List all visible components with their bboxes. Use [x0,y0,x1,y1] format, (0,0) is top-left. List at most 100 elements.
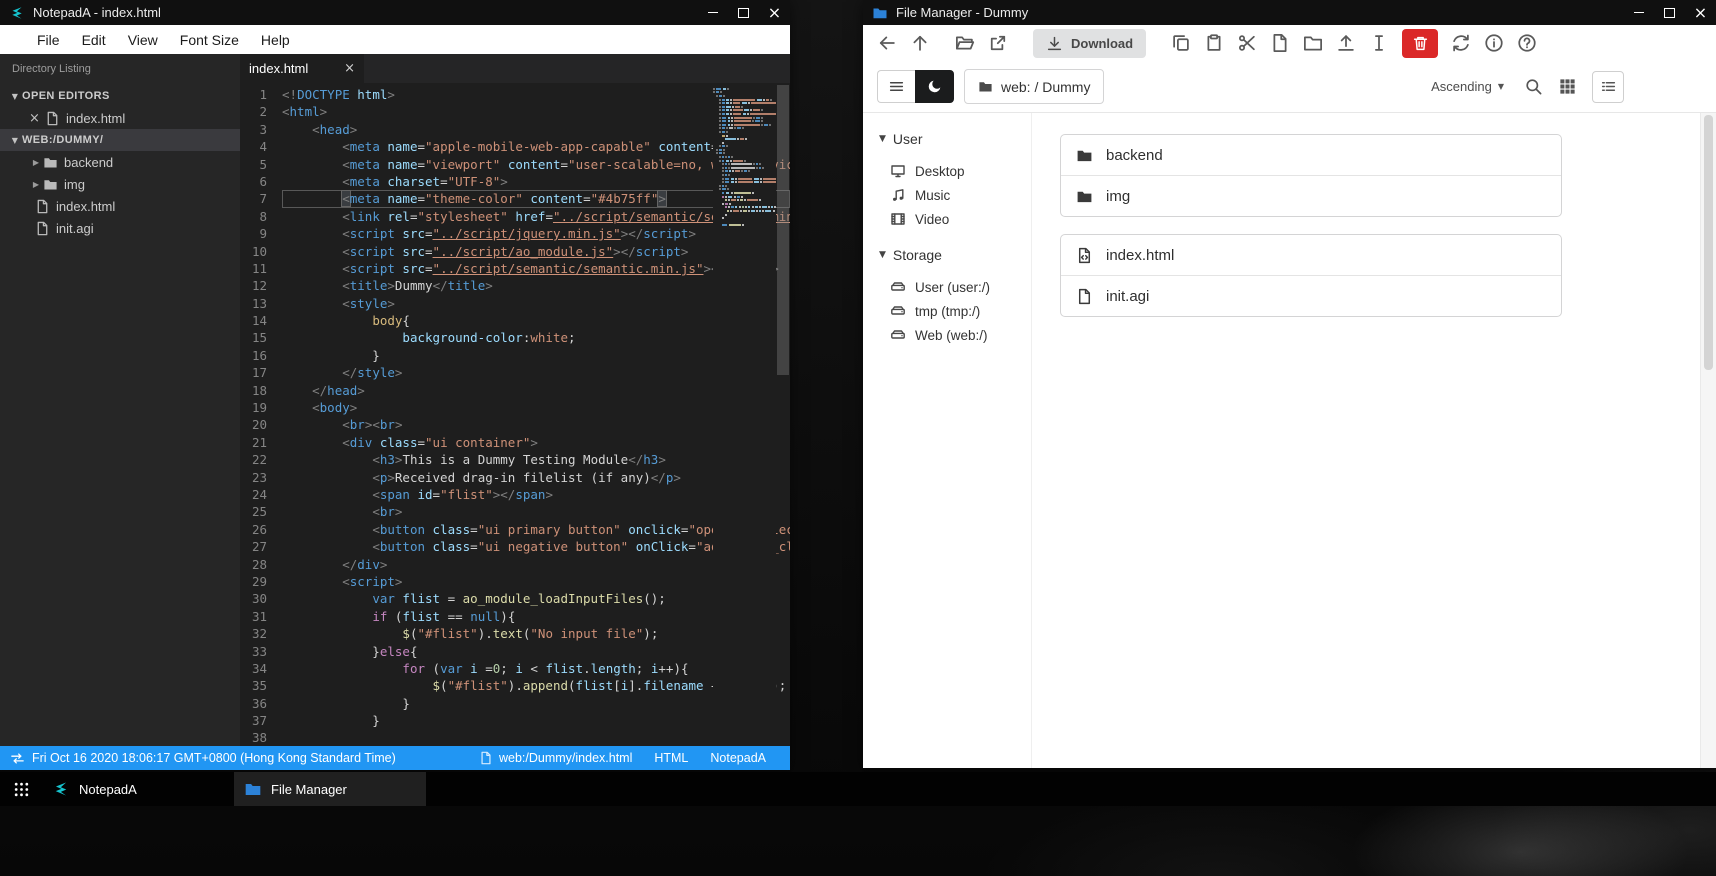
open-button[interactable] [955,33,975,53]
editor-line[interactable]: 21 <div class="ui container"> [240,434,790,451]
upload-button[interactable] [1336,33,1356,53]
file-row-index-html[interactable]: index.html [1061,235,1561,275]
new-file-button[interactable] [1270,33,1290,53]
cut-button[interactable] [1237,33,1257,53]
download-button[interactable]: Download [1033,28,1147,58]
up-button[interactable] [910,33,930,53]
editor-line[interactable]: 22 <h3>This is a Dummy Testing Module</h… [240,451,790,468]
fm-section-storage[interactable]: ▼ Storage [879,247,1031,263]
menu-view[interactable]: View [117,32,169,48]
menu-toggle-button[interactable] [877,70,915,103]
dark-mode-button[interactable] [915,70,954,103]
editor-line[interactable]: 26 <button class="ui primary button" onc… [240,521,790,538]
editor-line[interactable]: 19 <body> [240,399,790,416]
editor-line[interactable]: 3 <head> [240,121,790,138]
maximize-button[interactable] [1654,0,1685,25]
editor-line[interactable]: 28 </div> [240,556,790,573]
help-button[interactable] [1517,33,1537,53]
tree-section-open-editors[interactable]: ▼ OPEN EDITORS [0,85,240,107]
tab-close-icon[interactable]: × [344,61,355,76]
editor-line[interactable]: 16 } [240,347,790,364]
editor-line[interactable]: 25 <br> [240,503,790,520]
editor-line[interactable]: 17 </style> [240,364,790,381]
back-button[interactable] [877,33,897,53]
editor-line[interactable]: 32 $("#flist").text("No input file"); [240,625,790,642]
minimize-button[interactable] [1623,0,1654,25]
file-row-backend[interactable]: backend [1061,135,1561,175]
editor-scrollbar[interactable] [776,83,790,746]
fm-sidebar-item-desktop[interactable]: Desktop [879,159,1031,183]
close-button[interactable]: × [1685,0,1716,25]
editor-line[interactable]: 2 <html> [240,103,790,120]
editor-line[interactable]: 20 <br><br> [240,416,790,433]
delete-button[interactable] [1402,28,1439,58]
grid-view-button[interactable] [1558,77,1577,96]
taskbar-item-notepada[interactable]: NotepadA [42,772,234,806]
tree-item-img[interactable]: ▶ img [0,173,240,195]
editor-line[interactable]: 33 }else{ [240,643,790,660]
editor-line[interactable]: 14 body{ [240,312,790,329]
editor-line[interactable]: 1 <!DOCTYPE html> [240,86,790,103]
editor-line[interactable]: 31 if (flist == null){ [240,608,790,625]
editor-line[interactable]: 13 <style> [240,295,790,312]
editor-line[interactable]: 4 <meta name="apple-mobile-web-app-capab… [240,138,790,155]
menu-help[interactable]: Help [250,32,301,48]
editor-line[interactable]: 35 $("#flist").append(flist[i].filename … [240,677,790,694]
fm-sidebar-item-tmp-tmp[interactable]: tmp (tmp:/) [879,299,1031,323]
fm-sidebar-item-video[interactable]: Video [879,207,1031,231]
tree-item-init-agi[interactable]: init.agi [0,217,240,239]
code-editor[interactable]: 1 <!DOCTYPE html> 2 <html> 3 <head> 4 <meta n… [240,83,790,746]
paste-button[interactable] [1204,33,1224,53]
menu-edit[interactable]: Edit [71,32,117,48]
menu-font-size[interactable]: Font Size [169,32,250,48]
app-launcher-button[interactable] [0,772,42,806]
editor-line[interactable]: 10 <script src="../script/ao_module.js">… [240,243,790,260]
editor-line[interactable]: 34 for (var i =0; i < flist.length; i++)… [240,660,790,677]
new-folder-button[interactable] [1303,33,1323,53]
copy-button[interactable] [1171,33,1191,53]
editor-line[interactable]: 12 <title>Dummy</title> [240,277,790,294]
editor-line[interactable]: 24 <span id="flist"></span> [240,486,790,503]
close-button[interactable]: × [759,0,790,25]
tree-item-index-html[interactable]: × index.html [0,107,240,129]
fm-sidebar-item-web-web[interactable]: Web (web:/) [879,323,1031,347]
open-in-new-window-button[interactable] [988,33,1008,53]
fm-sidebar-item-music[interactable]: Music [879,183,1031,207]
editor-line[interactable]: 7 <meta name="theme-color" content="#4b7… [240,190,790,207]
tree-item-index-html[interactable]: index.html [0,195,240,217]
minimize-button[interactable] [697,0,728,25]
close-editor-icon[interactable]: × [29,111,45,126]
editor-line[interactable]: 11 <script src="../script/semantic/seman… [240,260,790,277]
taskbar-item-file-manager[interactable]: File Manager [234,772,426,806]
list-view-button[interactable] [1592,70,1624,103]
properties-button[interactable] [1484,33,1504,53]
editor-line[interactable]: 30 var flist = ao_module_loadInputFiles(… [240,590,790,607]
editor-line[interactable]: 8 <link rel="stylesheet" href="../script… [240,208,790,225]
rename-button[interactable] [1369,33,1389,53]
editor-line[interactable]: 6 <meta charset="UTF-8"> [240,173,790,190]
editor-line[interactable]: 23 <p>Received drag-in filelist (if any)… [240,469,790,486]
search-button[interactable] [1524,77,1543,96]
fm-section-user[interactable]: ▼ User [879,131,1031,147]
fm-scrollbar[interactable] [1700,113,1716,768]
editor-line[interactable]: 38 [240,729,790,746]
file-row-img[interactable]: img [1061,175,1561,216]
sort-dropdown[interactable]: Ascending ▼ [1431,79,1504,94]
refresh-button[interactable] [1451,33,1471,53]
fm-sidebar-item-user-user[interactable]: User (user:/) [879,275,1031,299]
editor-line[interactable]: 9 <script src="../script/jquery.min.js">… [240,225,790,242]
maximize-button[interactable] [728,0,759,25]
editor-line[interactable]: 27 <button class="ui negative button" on… [240,538,790,555]
breadcrumb[interactable]: web: / Dummy [964,69,1105,104]
tree-item-backend[interactable]: ▶ backend [0,151,240,173]
minimap[interactable] [713,85,776,746]
editor-line[interactable]: 36 } [240,695,790,712]
editor-line[interactable]: 5 <meta name="viewport" content="user-sc… [240,156,790,173]
file-row-init-agi[interactable]: init.agi [1061,275,1561,316]
editor-line[interactable]: 29 <script> [240,573,790,590]
editor-line[interactable]: 37 } [240,712,790,729]
tree-section-web-dummy[interactable]: ▼ WEB:/DUMMY/ [0,129,240,151]
editor-line[interactable]: 18 </head> [240,382,790,399]
tab-index-html[interactable]: index.html × [240,54,364,83]
menu-file[interactable]: File [26,32,71,48]
